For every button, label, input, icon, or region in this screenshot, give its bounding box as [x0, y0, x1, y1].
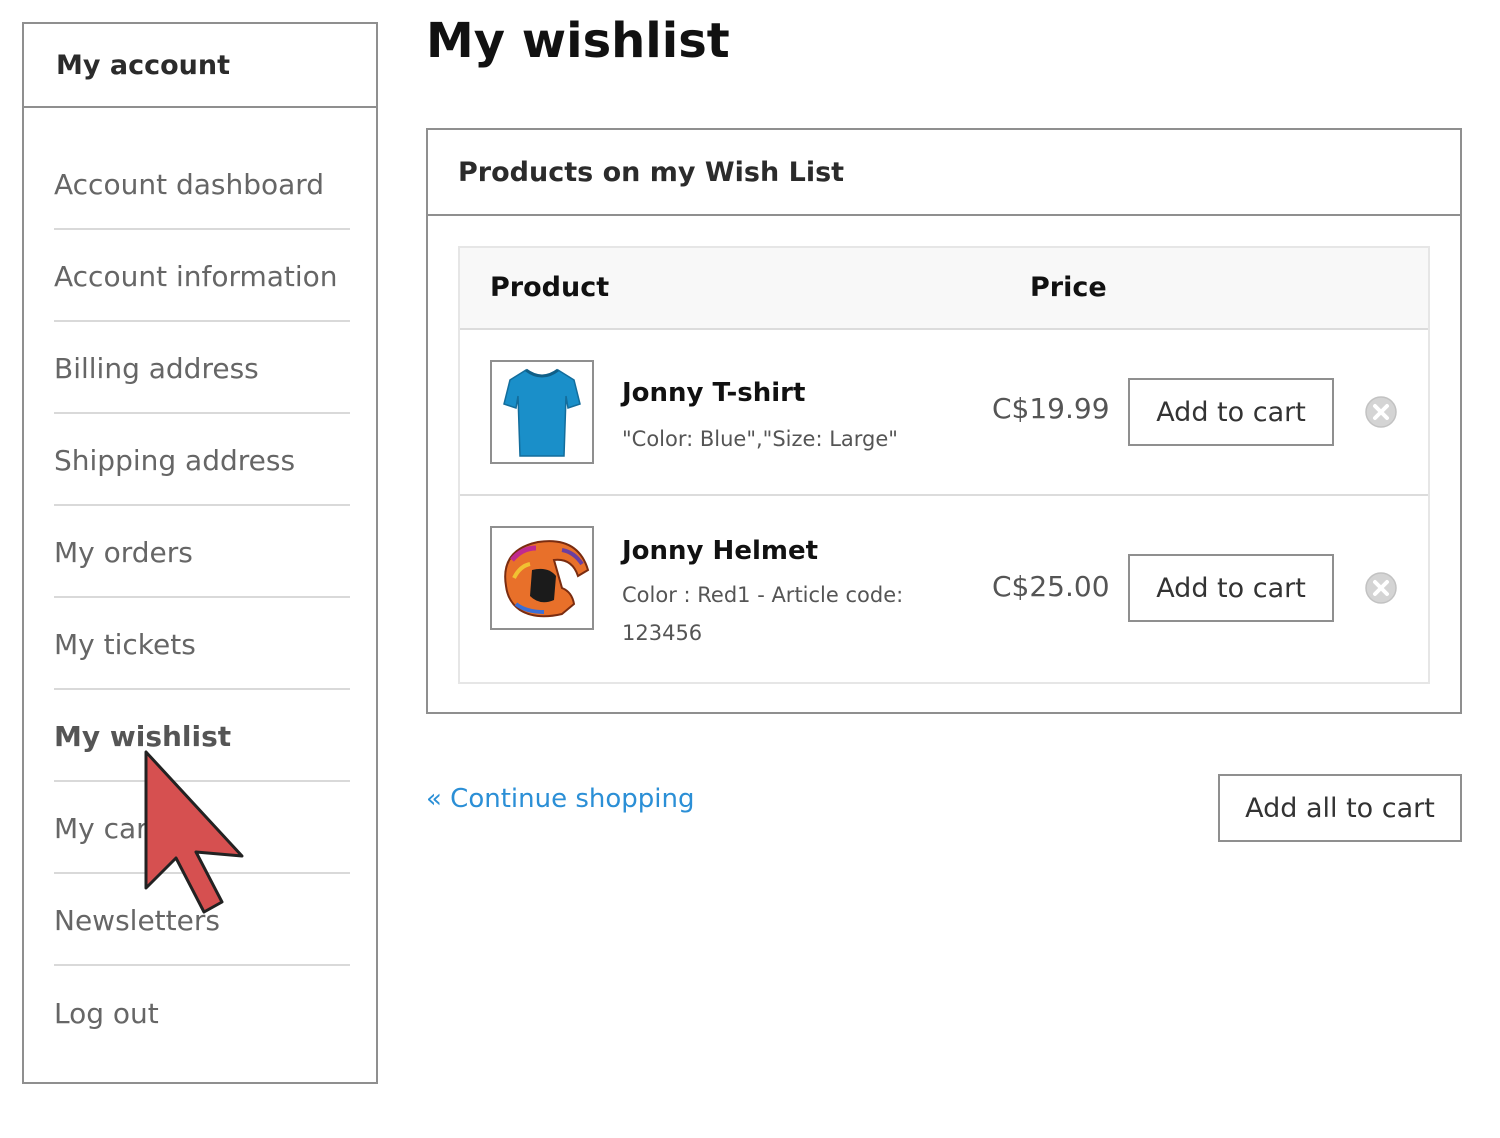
- sidebar-item-my-cart[interactable]: My cart: [54, 782, 350, 874]
- product-price: C$25.00: [992, 570, 1110, 603]
- tshirt-icon: [503, 368, 581, 457]
- add-all-to-cart-button[interactable]: Add all to cart: [1218, 774, 1462, 842]
- wishlist-panel-title: Products on my Wish List: [428, 130, 1460, 216]
- sidebar-item-my-orders[interactable]: My orders: [54, 506, 350, 598]
- wishlist-panel: Products on my Wish List Product Price J…: [426, 128, 1462, 714]
- sidebar-item-newsletters[interactable]: Newsletters: [54, 874, 350, 966]
- add-to-cart-button[interactable]: Add to cart: [1128, 378, 1334, 446]
- sidebar-item-account-dashboard[interactable]: Account dashboard: [54, 138, 350, 230]
- sidebar-item-billing-address[interactable]: Billing address: [54, 322, 350, 414]
- sidebar-item-shipping-address[interactable]: Shipping address: [54, 414, 350, 506]
- add-to-cart-button[interactable]: Add to cart: [1128, 554, 1334, 622]
- product-thumbnail[interactable]: [490, 526, 594, 630]
- table-row: Jonny Helmet Color : Red1 - Article code…: [460, 496, 1428, 682]
- table-row: Jonny T-shirt "Color: Blue","Size: Large…: [460, 330, 1428, 496]
- page-title: My wishlist: [426, 13, 730, 69]
- column-header-product: Product: [490, 272, 610, 303]
- sidebar-title: My account: [24, 24, 376, 108]
- sidebar-item-my-wishlist[interactable]: My wishlist: [54, 690, 350, 782]
- product-name[interactable]: Jonny T-shirt: [622, 378, 805, 408]
- sidebar-item-account-information[interactable]: Account information: [54, 230, 350, 322]
- sidebar-item-my-tickets[interactable]: My tickets: [54, 598, 350, 690]
- remove-item-icon[interactable]: [1364, 395, 1398, 429]
- product-name[interactable]: Jonny Helmet: [622, 536, 818, 566]
- table-header: Product Price: [460, 248, 1428, 330]
- product-options: "Color: Blue","Size: Large": [622, 427, 898, 451]
- product-price: C$19.99: [992, 392, 1110, 425]
- continue-shopping-link[interactable]: « Continue shopping: [426, 784, 695, 814]
- product-thumbnail[interactable]: [490, 360, 594, 464]
- helmet-icon: [504, 540, 590, 618]
- remove-item-icon[interactable]: [1364, 571, 1398, 605]
- column-header-price: Price: [1030, 272, 1107, 303]
- product-options: Color : Red1 - Article code: 123456: [622, 583, 904, 645]
- wishlist-table: Product Price Jonny T-shirt "Color: Blue…: [458, 246, 1430, 684]
- account-sidebar: My account Account dashboard Account inf…: [22, 22, 378, 1084]
- sidebar-item-log-out[interactable]: Log out: [54, 966, 350, 1058]
- sidebar-menu: Account dashboard Account information Bi…: [54, 138, 350, 1058]
